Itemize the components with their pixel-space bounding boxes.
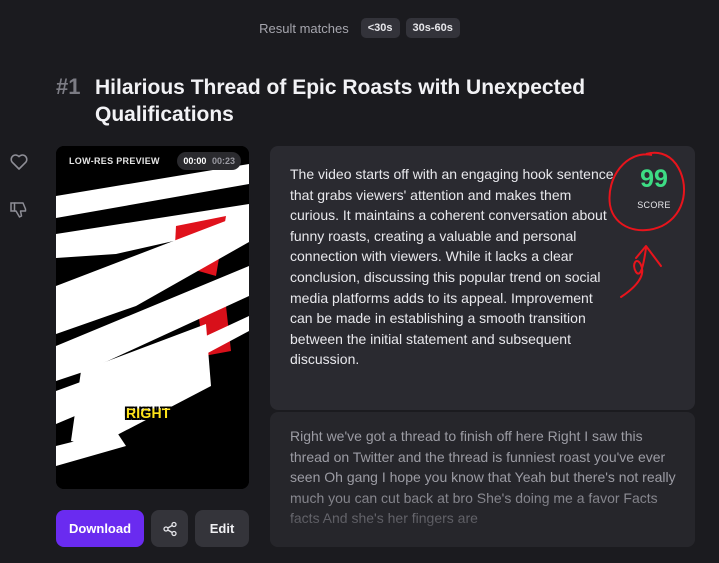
- download-button[interactable]: Download: [56, 510, 144, 547]
- chip-under-30s[interactable]: <30s: [360, 18, 400, 38]
- score-block: 99 SCORE: [622, 164, 686, 210]
- current-time: 00:00: [183, 156, 207, 166]
- video-frame-art: [56, 146, 249, 489]
- filter-label: Result matches: [259, 20, 349, 36]
- transcript-card[interactable]: Right we've got a thread to finish off h…: [270, 412, 695, 547]
- chip-30s-60s[interactable]: 30s-60s: [405, 18, 460, 38]
- analysis-card: The video starts off with an engaging ho…: [270, 146, 695, 410]
- share-button[interactable]: [151, 510, 188, 547]
- heart-icon-graphic: [10, 154, 28, 170]
- thumbs-down-icon[interactable]: [9, 200, 29, 220]
- analysis-description: The video starts off with an engaging ho…: [290, 166, 614, 368]
- heart-icon[interactable]: [9, 152, 29, 172]
- preview-label: LOW-RES PREVIEW: [69, 156, 160, 166]
- result-rank: #1: [56, 74, 81, 99]
- video-caption: RIGHT: [126, 405, 171, 421]
- video-time-badge: 00:00 00:23: [177, 152, 241, 170]
- video-preview[interactable]: LOW-RES PREVIEW 00:00 00:23 RIGHT: [56, 146, 249, 489]
- thumbs-down-icon-graphic: [10, 202, 27, 218]
- result-duration-filter: Result matches <30s 30s-60s: [0, 18, 719, 38]
- result-title: Hilarious Thread of Epic Roasts with Une…: [95, 76, 586, 126]
- transcript-fade: [270, 487, 695, 547]
- share-icon: [162, 521, 177, 536]
- edit-button[interactable]: Edit: [195, 510, 249, 547]
- score-label: SCORE: [637, 200, 671, 210]
- video-duration: 00:23: [211, 156, 235, 166]
- score-value: 99: [640, 165, 668, 193]
